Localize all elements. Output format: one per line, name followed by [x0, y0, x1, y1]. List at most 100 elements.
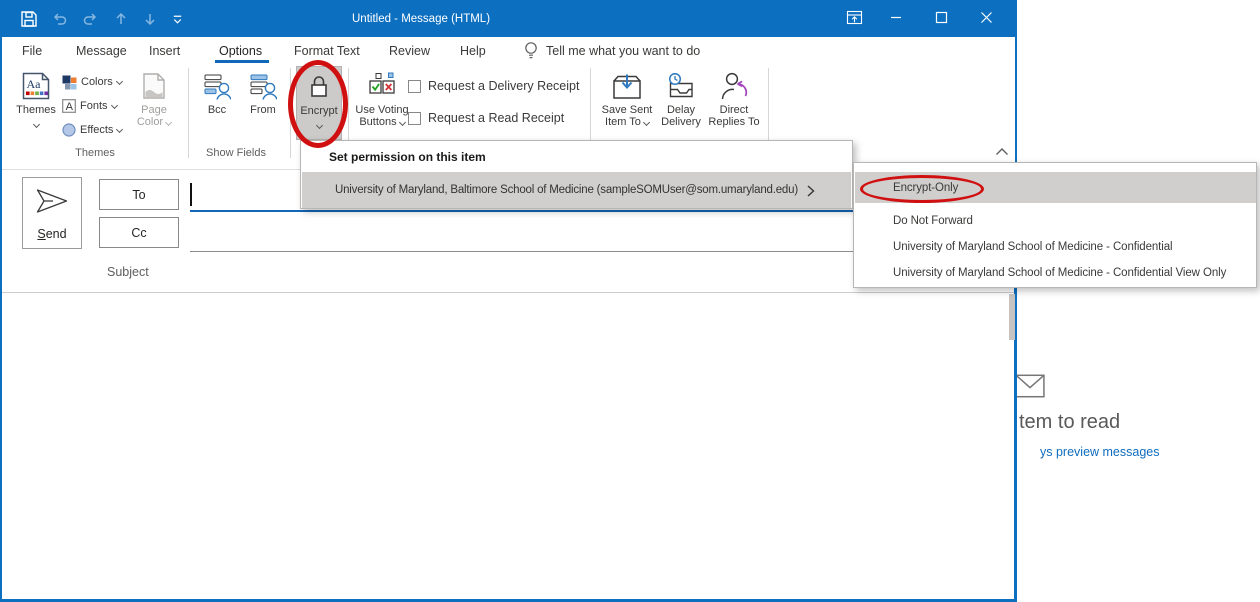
collapse-ribbon-button[interactable] — [994, 146, 1010, 157]
themes-icon: Aa — [21, 68, 51, 104]
direct-replies-label-line1: Direct — [720, 104, 749, 116]
permission-account-label: University of Maryland, Baltimore School… — [335, 184, 798, 196]
message-body[interactable] — [2, 293, 1014, 596]
chevron-down-icon — [399, 119, 406, 126]
effects-button[interactable]: Effects — [62, 120, 122, 140]
annotation-circle-encrypt-only — [860, 175, 984, 203]
chevron-down-icon — [165, 119, 172, 126]
delivery-receipt-checkbox[interactable] — [408, 80, 421, 93]
permission-menu-header: Set permission on this item — [329, 150, 486, 164]
tell-me-text: Tell me what you want to do — [546, 44, 700, 58]
from-button[interactable]: From — [242, 68, 284, 116]
save-sent-label-line1: Save Sent — [602, 104, 653, 116]
send-icon — [34, 187, 70, 215]
direct-replies-to-button[interactable]: Direct Replies To — [706, 68, 762, 128]
maximize-button[interactable] — [921, 0, 961, 34]
cc-button[interactable]: Cc — [99, 217, 179, 248]
fonts-label: Fonts — [80, 100, 108, 112]
themes-button[interactable]: Aa Themes — [10, 68, 62, 127]
fonts-icon: A — [62, 99, 76, 113]
redo-icon[interactable] — [79, 8, 101, 30]
use-voting-label-line2: Buttons — [359, 116, 396, 128]
to-button[interactable]: To — [99, 179, 179, 210]
window-title: Untitled - Message (HTML) — [352, 0, 490, 37]
menu-item-umsom-confidential[interactable]: University of Maryland School of Medicin… — [855, 234, 1256, 259]
chevron-down-icon — [116, 77, 123, 84]
active-tab-underline — [215, 60, 269, 63]
permission-account-item[interactable]: University of Maryland, Baltimore School… — [302, 172, 851, 208]
colors-button[interactable]: Colors — [62, 72, 122, 92]
move-down-icon[interactable] — [139, 8, 161, 30]
tab-message[interactable]: Message — [76, 37, 127, 64]
tab-review[interactable]: Review — [389, 37, 430, 64]
move-up-icon[interactable] — [110, 8, 132, 30]
tell-me-box[interactable]: Tell me what you want to do — [524, 37, 700, 64]
close-button[interactable] — [966, 0, 1006, 34]
page-color-label-line2: Color — [137, 116, 163, 128]
send-button[interactable]: Send — [22, 177, 82, 249]
use-voting-buttons-button[interactable]: Use Voting Buttons — [354, 68, 410, 128]
save-sent-item-to-button[interactable]: Save Sent Item To — [598, 68, 656, 128]
ribbon-display-options-icon[interactable] — [834, 0, 874, 34]
select-item-to-read-text: tem to read — [1019, 411, 1120, 434]
tab-insert[interactable]: Insert — [149, 37, 180, 64]
set-permission-menu: Set permission on this item University o… — [300, 140, 853, 209]
delay-delivery-icon — [666, 68, 696, 104]
delay-delivery-label-line2: Delivery — [661, 116, 701, 128]
chevron-down-icon — [116, 125, 123, 132]
chevron-down-icon — [110, 101, 117, 108]
fonts-button[interactable]: A Fonts — [62, 96, 117, 116]
effects-label: Effects — [80, 124, 113, 136]
delay-delivery-button[interactable]: Delay Delivery — [658, 68, 704, 128]
page-color-icon — [140, 68, 168, 104]
menu-item-umsom-confidential-view-only[interactable]: University of Maryland School of Medicin… — [855, 260, 1256, 285]
delivery-receipt-label: Request a Delivery Receipt — [428, 79, 579, 93]
direct-replies-label-line2: Replies To — [708, 116, 759, 128]
direct-replies-icon — [719, 68, 749, 104]
preview-messages-link[interactable]: ys preview messages — [1040, 445, 1160, 459]
from-icon — [250, 68, 277, 104]
annotation-circle-encrypt — [288, 60, 348, 148]
save-sent-label-line2: Item To — [605, 116, 641, 128]
svg-text:A: A — [66, 101, 74, 113]
page-color-label-line1: Page — [141, 104, 167, 116]
bcc-icon — [204, 68, 231, 104]
read-receipt-checkbox[interactable] — [408, 112, 421, 125]
request-delivery-receipt-option[interactable]: Request a Delivery Receipt — [408, 79, 579, 93]
bcc-button[interactable]: Bcc — [196, 68, 238, 116]
bcc-label: Bcc — [208, 104, 226, 116]
group-separator — [188, 68, 189, 158]
save-sent-item-icon — [612, 68, 642, 104]
from-label: From — [250, 104, 276, 116]
request-read-receipt-option[interactable]: Request a Read Receipt — [408, 111, 564, 125]
menu-item-do-not-forward[interactable]: Do Not Forward — [855, 208, 1256, 233]
tab-help[interactable]: Help — [460, 37, 486, 64]
undo-icon[interactable] — [49, 8, 71, 30]
themes-group-label: Themes — [40, 147, 150, 159]
tab-format-text[interactable]: Format Text — [294, 37, 360, 64]
tab-file[interactable]: File — [22, 37, 42, 64]
chevron-down-icon — [643, 119, 650, 126]
delay-delivery-label-line1: Delay — [667, 104, 695, 116]
use-voting-label-line1: Use Voting — [355, 104, 408, 116]
customize-qat-icon[interactable] — [166, 8, 188, 30]
lightbulb-icon — [524, 41, 538, 60]
themes-label: Themes — [16, 104, 56, 116]
subject-label: Subject — [107, 265, 149, 279]
ribbon-tab-row: File Message Insert Options Format Text … — [2, 37, 1015, 64]
read-receipt-label: Request a Read Receipt — [428, 111, 564, 125]
minimize-button[interactable] — [876, 0, 916, 34]
save-icon[interactable] — [18, 8, 40, 30]
message-window: Untitled - Message (HTML) File Message I… — [0, 0, 1017, 602]
chevron-down-icon — [32, 121, 39, 128]
body-scrollbar-thumb[interactable] — [1009, 294, 1015, 340]
submenu-chevron-right-icon — [807, 185, 815, 197]
send-label: Send — [37, 227, 66, 241]
colors-label: Colors — [81, 76, 113, 88]
text-caret — [190, 183, 192, 206]
show-fields-group-label: Show Fields — [190, 147, 282, 159]
page-color-button[interactable]: Page Color — [128, 68, 180, 128]
colors-icon — [62, 75, 77, 90]
titlebar: Untitled - Message (HTML) — [0, 0, 1017, 37]
svg-text:Aa: Aa — [27, 77, 42, 91]
